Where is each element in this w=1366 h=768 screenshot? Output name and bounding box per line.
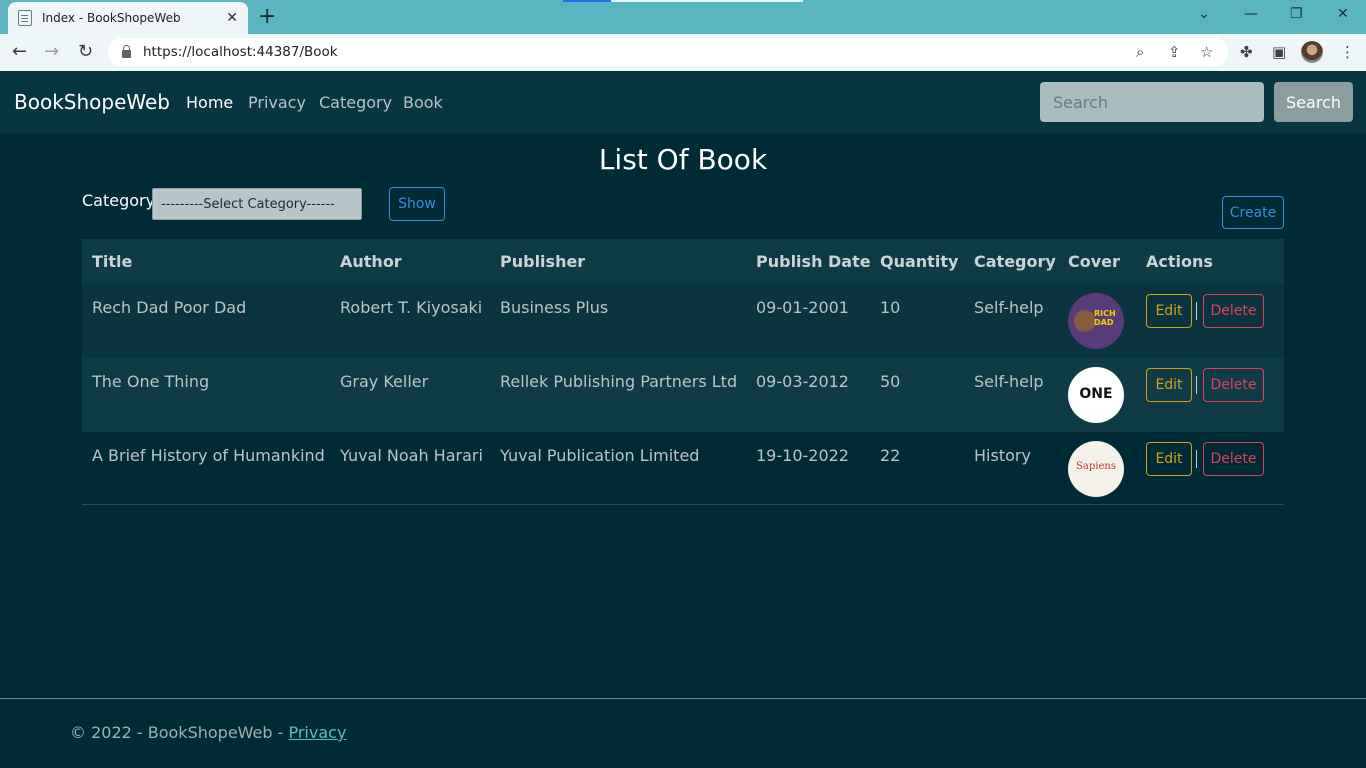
- cover-title-text: Sapiens: [1076, 461, 1116, 472]
- cover-image: RICH DAD: [1068, 293, 1124, 349]
- cell-author: Yuval Noah Harari: [340, 446, 483, 465]
- nav-privacy[interactable]: Privacy: [248, 93, 306, 112]
- cover-title-text: RICH DAD: [1094, 309, 1116, 327]
- cell-category: History: [974, 446, 1031, 465]
- cell-publisher: Rellek Publishing Partners Ltd: [500, 372, 738, 391]
- menu-kebab-icon[interactable]: ⋮: [1340, 43, 1355, 61]
- url-text: https://localhost:44387/Book: [143, 44, 338, 60]
- search-input[interactable]: [1040, 82, 1264, 122]
- tab-close-icon[interactable]: ✕: [226, 10, 238, 26]
- cover-title-text: ONE: [1079, 386, 1113, 402]
- cell-author: Robert T. Kiyosaki: [340, 298, 483, 317]
- edit-button[interactable]: Edit: [1146, 368, 1192, 402]
- delete-button[interactable]: Delete: [1203, 294, 1264, 328]
- action-separator: [1196, 450, 1197, 468]
- cell-quantity: 22: [880, 446, 901, 465]
- table-bottom-border: [82, 504, 1284, 505]
- cell-title: Rech Dad Poor Dad: [92, 298, 247, 317]
- browser-tab-bar: Index - BookShopeWeb ✕ + ⌄ — ❐ ✕: [0, 0, 1366, 34]
- zoom-icon[interactable]: ⌕: [1136, 43, 1144, 61]
- tab-title: Index - BookShopeWeb: [42, 11, 181, 25]
- browser-tab[interactable]: Index - BookShopeWeb ✕: [8, 2, 248, 34]
- cell-category: Self-help: [974, 372, 1044, 391]
- window-close-icon[interactable]: ✕: [1337, 6, 1349, 22]
- footer: © 2022 - BookShopeWeb - Privacy: [0, 699, 1366, 768]
- new-tab-icon[interactable]: +: [258, 4, 276, 30]
- cell-quantity: 10: [880, 298, 901, 317]
- browser-toolbar: ← → ↻ https://localhost:44387/Book ⌕ ⇪ ☆…: [0, 34, 1366, 71]
- reload-icon[interactable]: ↻: [78, 41, 93, 63]
- header-publisher: Publisher: [500, 252, 586, 271]
- action-separator: [1196, 302, 1197, 320]
- share-icon[interactable]: ⇪: [1168, 43, 1181, 61]
- cell-publish-date: 19-10-2022: [756, 446, 849, 465]
- delete-button[interactable]: Delete: [1203, 368, 1264, 402]
- edit-button[interactable]: Edit: [1146, 442, 1192, 476]
- category-label: Category: [82, 191, 156, 210]
- address-bar[interactable]: https://localhost:44387/Book: [108, 38, 1228, 66]
- bookmark-star-icon[interactable]: ☆: [1200, 43, 1213, 61]
- cell-category: Self-help: [974, 298, 1044, 317]
- create-button[interactable]: Create: [1222, 196, 1284, 229]
- header-author: Author: [340, 252, 402, 271]
- cell-publisher: Yuval Publication Limited: [500, 446, 700, 465]
- footer-privacy-link[interactable]: Privacy: [288, 723, 346, 742]
- table-row: The One Thing Gray Keller Rellek Publish…: [82, 358, 1284, 432]
- cover-image: Sapiens: [1068, 441, 1124, 497]
- forward-arrow-icon[interactable]: →: [44, 41, 59, 63]
- profile-avatar[interactable]: [1301, 41, 1323, 63]
- page-title: List Of Book: [598, 143, 768, 176]
- cell-author: Gray Keller: [340, 372, 429, 391]
- nav-home[interactable]: Home: [186, 93, 233, 112]
- search-button[interactable]: Search: [1274, 82, 1353, 122]
- app-navbar: BookShopeWeb Home Privacy Category Book …: [0, 71, 1366, 133]
- category-select[interactable]: ---------Select Category------: [152, 188, 362, 220]
- table-row: Rech Dad Poor Dad Robert T. Kiyosaki Bus…: [82, 284, 1284, 358]
- header-cover: Cover: [1068, 252, 1120, 271]
- action-separator: [1196, 376, 1197, 394]
- table-header: Title Author Publisher Publish Date Quan…: [82, 239, 1284, 284]
- cell-publisher: Business Plus: [500, 298, 609, 317]
- cell-title: The One Thing: [92, 372, 210, 391]
- extensions-puzzle-icon[interactable]: ✤: [1240, 43, 1253, 61]
- nav-category[interactable]: Category: [319, 93, 392, 112]
- header-actions: Actions: [1146, 252, 1213, 271]
- lock-icon: [122, 45, 131, 58]
- page-favicon-icon: [18, 10, 32, 26]
- cell-title: A Brief History of Humankind: [92, 446, 325, 465]
- show-button[interactable]: Show: [389, 187, 445, 221]
- cover-image: ONE: [1068, 367, 1124, 423]
- delete-button[interactable]: Delete: [1203, 442, 1264, 476]
- nav-book[interactable]: Book: [403, 93, 443, 112]
- footer-copyright: © 2022 - BookShopeWeb -: [70, 723, 289, 742]
- minimize-icon[interactable]: —: [1244, 6, 1258, 22]
- footer-text: © 2022 - BookShopeWeb - Privacy: [70, 723, 346, 742]
- edit-button[interactable]: Edit: [1146, 294, 1192, 328]
- back-arrow-icon[interactable]: ←: [12, 41, 27, 63]
- cell-publish-date: 09-03-2012: [756, 372, 849, 391]
- restore-icon[interactable]: ❐: [1290, 6, 1303, 22]
- header-quantity: Quantity: [880, 252, 959, 271]
- header-category: Category: [974, 252, 1056, 271]
- cell-quantity: 50: [880, 372, 901, 391]
- side-panel-icon[interactable]: ▣: [1272, 43, 1286, 61]
- loading-progress-bar: [563, 0, 803, 2]
- table-row: A Brief History of Humankind Yuval Noah …: [82, 432, 1284, 506]
- header-publish-date: Publish Date: [756, 252, 871, 271]
- cell-publish-date: 09-01-2001: [756, 298, 849, 317]
- header-title: Title: [92, 252, 133, 271]
- brand-logo[interactable]: BookShopeWeb: [14, 90, 170, 114]
- tab-search-chevron-icon[interactable]: ⌄: [1198, 6, 1210, 22]
- book-table: Title Author Publisher Publish Date Quan…: [82, 239, 1284, 506]
